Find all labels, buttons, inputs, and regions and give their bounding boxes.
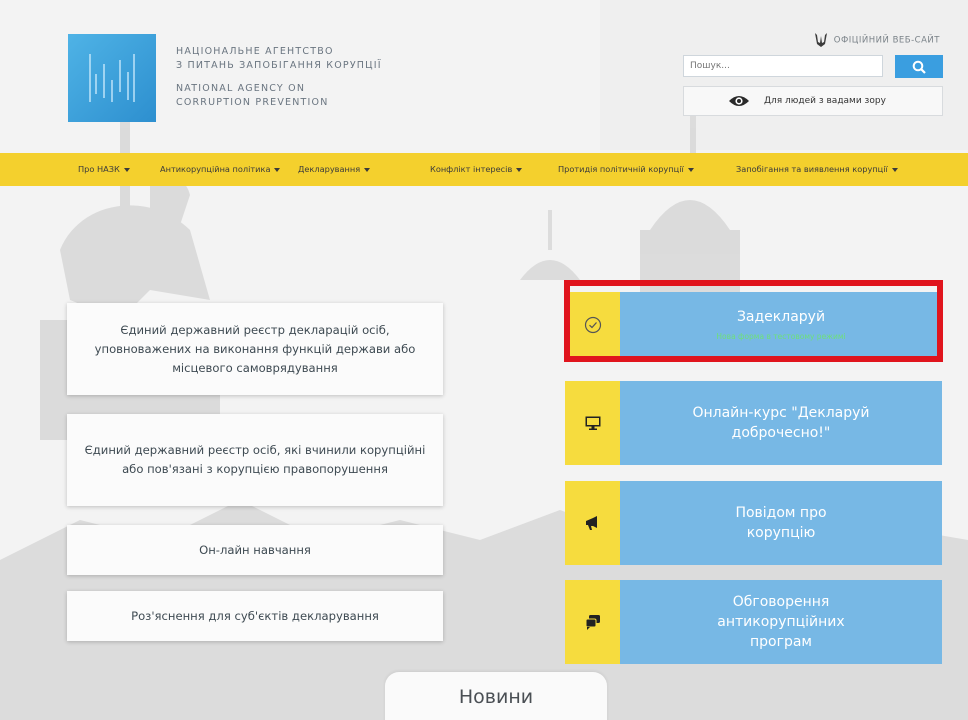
site-header: НАЦІОНАЛЬНЕ АГЕНТСТВО З ПИТАНЬ ЗАПОБІГАН… — [0, 0, 968, 153]
card-label: Роз'яснення для суб'єктів декларування — [131, 608, 379, 623]
nazk-logo-mark-icon — [89, 54, 135, 102]
card-label: Єдиний державний реєстр декларацій осіб,… — [94, 322, 416, 375]
search-icon — [912, 60, 926, 74]
declaration-clarifications-link[interactable]: Роз'яснення для суб'єктів декларування — [67, 591, 443, 641]
caret-down-icon — [687, 167, 694, 172]
official-site-label: ОФІЦІЙНИЙ ВЕБ-САЙТ — [814, 32, 940, 48]
page: НАЦІОНАЛЬНЕ АГЕНТСТВО З ПИТАНЬ ЗАПОБІГАН… — [0, 0, 968, 720]
search-button[interactable] — [895, 55, 943, 78]
accessibility-label: Для людей з вадами зору — [764, 96, 886, 106]
online-training-link[interactable]: Он-лайн навчання — [67, 525, 443, 575]
report-corruption-tile[interactable]: Повідом про корупцію — [565, 481, 942, 565]
anticorruption-programs-tile[interactable]: Обговорення антикорупційних програм — [565, 580, 942, 664]
main-nav: Про НАЗК Антикорупційна політика Деклару… — [0, 153, 968, 186]
chat-bubbles-icon — [565, 580, 620, 664]
nav-item-about[interactable]: Про НАЗК — [78, 164, 130, 174]
online-course-tile[interactable]: Онлайн-курс "Декларуй доброчесно!" — [565, 381, 942, 465]
nav-item-political-corruption[interactable]: Протидія політичній корупції — [558, 164, 694, 174]
trident-icon — [814, 33, 827, 47]
megaphone-icon — [565, 481, 620, 565]
caret-down-icon — [364, 167, 371, 172]
nav-item-conflict-of-interest[interactable]: Конфлікт інтересів — [430, 164, 523, 174]
declarations-registry-link[interactable]: Єдиний державний реєстр декларацій осіб,… — [67, 303, 443, 395]
agency-name-ua: НАЦІОНАЛЬНЕ АГЕНТСТВО З ПИТАНЬ ЗАПОБІГАН… — [176, 46, 382, 71]
corruption-offenders-registry-link[interactable]: Єдиний державний реєстр осіб, які вчинил… — [67, 414, 443, 506]
nav-item-declaration[interactable]: Декларування — [298, 164, 371, 174]
card-label: Он-лайн навчання — [199, 542, 311, 557]
caret-down-icon — [123, 167, 130, 172]
card-label: Єдиний державний реєстр осіб, які вчинил… — [84, 443, 426, 476]
news-tab-label: Новини — [458, 686, 534, 708]
red-highlight-frame — [564, 280, 943, 362]
agency-name-en: NATIONAL AGENCY ON CORRUPTION PREVENTION — [176, 83, 329, 108]
accessibility-button[interactable]: Для людей з вадами зору — [683, 86, 943, 116]
monitor-icon — [565, 381, 620, 465]
tile-title: Онлайн-курс "Декларуй доброчесно!" — [692, 405, 870, 441]
tile-title: Повідом про корупцію — [735, 505, 827, 541]
tile-title: Обговорення антикорупційних програм — [717, 594, 845, 650]
nav-item-anticorruption-policy[interactable]: Антикорупційна політика — [160, 164, 281, 174]
caret-down-icon — [891, 167, 898, 172]
nav-item-prevention[interactable]: Запобігання та виявлення корупції — [736, 164, 898, 174]
caret-down-icon — [516, 167, 523, 172]
caret-down-icon — [274, 167, 281, 172]
eye-icon — [729, 96, 749, 106]
news-tab[interactable]: Новини — [385, 672, 607, 720]
search-input[interactable] — [683, 55, 883, 77]
nazk-logo[interactable] — [68, 34, 156, 122]
